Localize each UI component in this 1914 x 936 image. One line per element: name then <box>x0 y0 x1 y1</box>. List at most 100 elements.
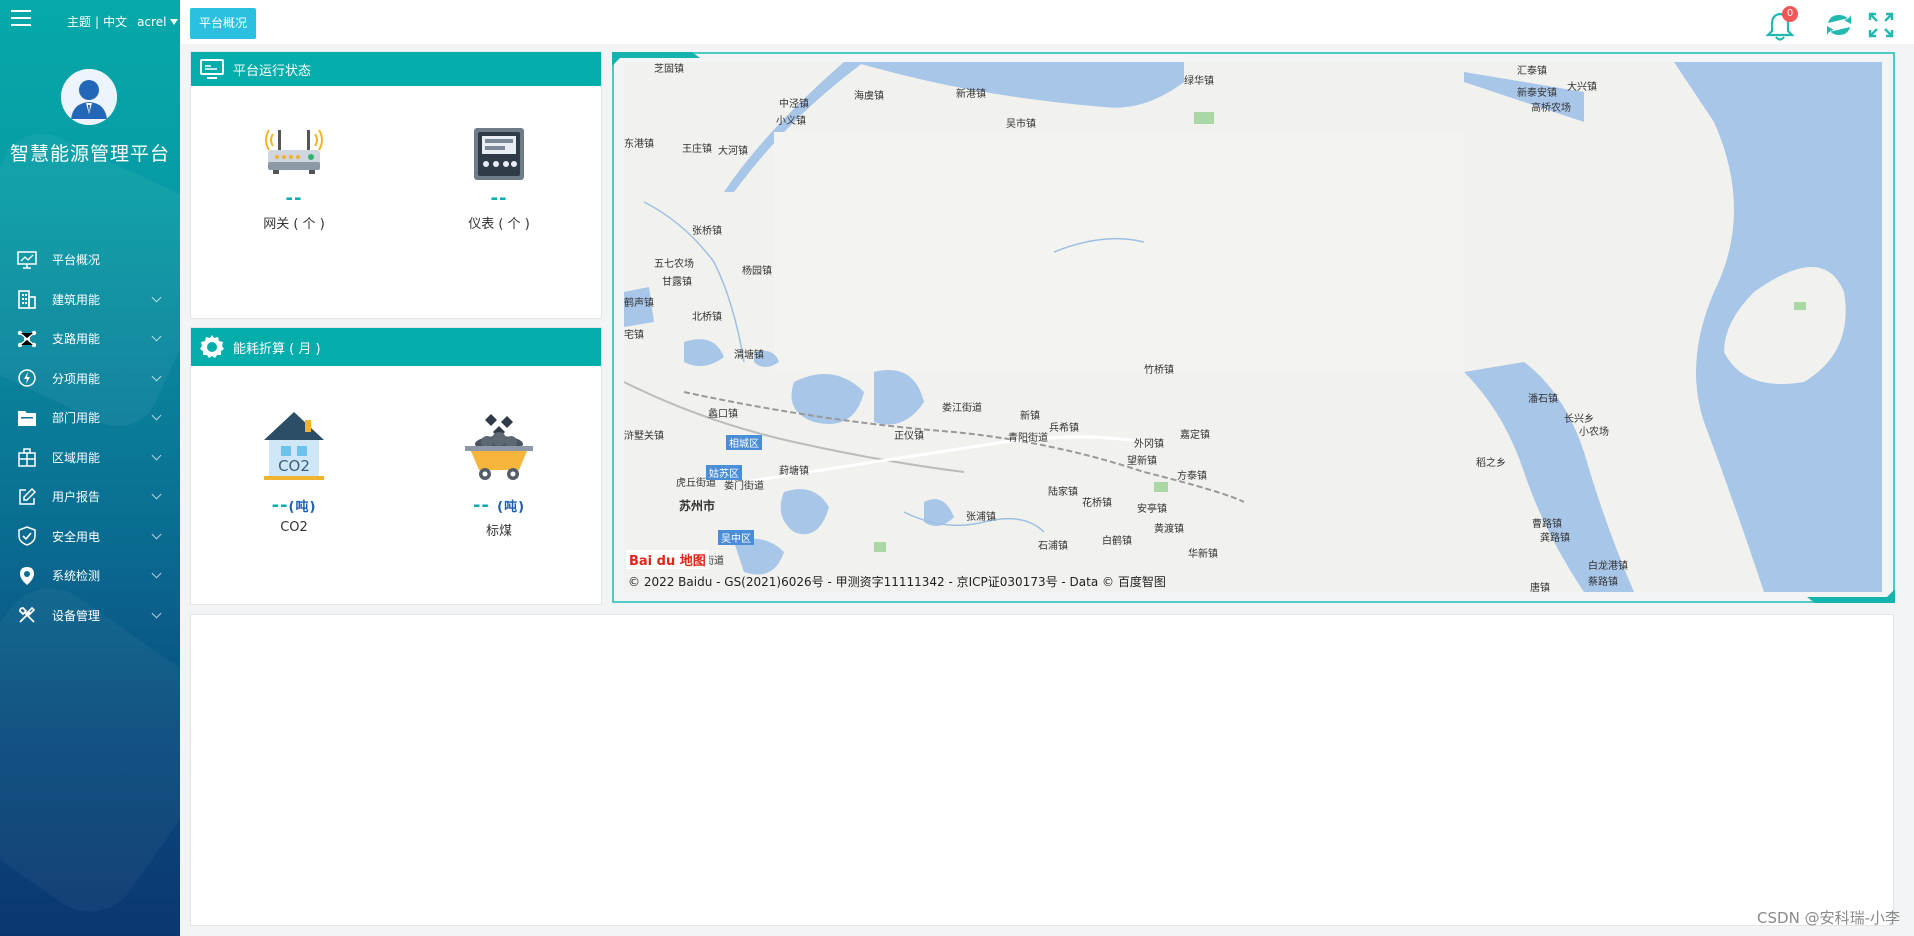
coal-label: 标煤 <box>485 524 512 539</box>
map-place-label: 曹路镇 <box>1532 519 1562 530</box>
map-place-label: 高桥农场 <box>1531 103 1571 114</box>
notification-count-badge: 0 <box>1782 6 1798 22</box>
map-place-label: 兵希镇 <box>1049 423 1079 434</box>
breadcrumb-tab-platform-overview[interactable]: 平台概况 <box>190 8 257 39</box>
map-place-label: 葑塘镇 <box>779 466 809 477</box>
platform-status-card: 平台运行状态 -- 网关 ( 个 ) -- 仪表 ( 个 ) <box>190 51 602 319</box>
sidebar-item-user-report[interactable]: 用户报告 <box>0 477 180 517</box>
map-place-label: 华新镇 <box>1188 549 1218 560</box>
map-place-label: 潘石镇 <box>1528 394 1558 405</box>
chevron-down-icon <box>151 371 162 381</box>
bottom-chart-panel <box>190 614 1894 926</box>
coal-value-row: -- (吨) <box>439 495 559 516</box>
sidebar-item-area-energy[interactable]: 区域用能 <box>0 438 180 478</box>
top-links: 主题 | 中文 acrel <box>67 13 179 30</box>
sidebar-item-branch-energy[interactable]: 支路用能 <box>0 319 180 359</box>
sidebar-item-platform-overview[interactable]: 平台概况 <box>0 240 180 280</box>
chevron-down-icon <box>151 529 162 539</box>
map-place-label: 汇泰镇 <box>1517 66 1547 77</box>
caret-down-icon[interactable] <box>170 18 179 25</box>
sidebar-item-department-energy[interactable]: 部门用能 <box>0 398 180 438</box>
chevron-down-icon <box>151 410 162 421</box>
edit-icon <box>16 486 38 508</box>
chevron-down-icon <box>151 489 162 500</box>
user-menu[interactable]: acrel <box>137 15 166 29</box>
map-place-label: 中泾镇 <box>779 99 809 110</box>
map-place-label: 浒墅关镇 <box>624 431 664 442</box>
map-district-label: 吴中区 <box>718 530 754 545</box>
app-title: 智慧能源管理平台 <box>9 143 170 165</box>
watermark: CSDN @安科瑞-小李 <box>1757 909 1900 927</box>
sidebar-item-label: 设备管理 <box>52 608 101 623</box>
map-place-label: 望新镇 <box>1127 456 1157 467</box>
map-place-label: 渭塘镇 <box>734 350 764 361</box>
map-place-label: 黄渡镇 <box>1154 524 1184 535</box>
card-title: 能耗折算 ( 月 ) <box>233 341 321 357</box>
gateway-count-value: -- <box>285 188 303 209</box>
chevron-down-icon <box>151 608 162 618</box>
meter-stat: -- 仪表 ( 个 ) <box>439 124 559 232</box>
map-place-label: 张浦镇 <box>966 512 996 523</box>
map-place-label: 蠡口镇 <box>708 409 738 420</box>
monitor-status-icon <box>199 57 225 81</box>
language-link[interactable]: 中文 <box>103 13 127 30</box>
sidebar-item-label: 建筑用能 <box>52 292 101 307</box>
map-place-label: 小农场 <box>1579 427 1609 438</box>
fullscreen-icon[interactable] <box>1868 12 1894 38</box>
sidebar-top-bar: 主题 | 中文 acrel <box>0 0 180 42</box>
meter-count-value: -- <box>490 188 508 209</box>
coal-unit: (吨) <box>497 500 526 515</box>
co2-stat: CO2 --(吨) CO2 <box>234 408 354 535</box>
sidebar-item-label: 用户报告 <box>52 490 101 505</box>
map-place-label: 陆家镇 <box>1048 487 1078 498</box>
refresh-icon[interactable] <box>1824 10 1854 40</box>
map-place-label: 稻之乡 <box>1476 458 1506 469</box>
map-place-label: 宅镇 <box>624 330 644 341</box>
map-place-label: 青阳街道 <box>1008 433 1048 444</box>
sidebar-item-device-management[interactable]: 设备管理 <box>0 596 180 636</box>
map-geography <box>624 62 1882 592</box>
map-place-label: 石浦镇 <box>1038 541 1068 552</box>
map-place-label: 大河镇 <box>718 146 748 157</box>
map-place-label: 龚路镇 <box>1540 533 1570 544</box>
chevron-down-icon <box>151 292 162 302</box>
map-place-label: 安亭镇 <box>1137 504 1167 515</box>
gateway-router-icon <box>265 129 323 174</box>
sidebar-item-label: 区域用能 <box>52 450 101 465</box>
monitor-icon <box>16 249 38 271</box>
map-place-label: 大兴镇 <box>1567 82 1597 93</box>
sidebar-item-system-detection[interactable]: 系统检测 <box>0 556 180 596</box>
map-place-label: 五七农场 <box>654 259 694 270</box>
folder-icon <box>16 407 38 429</box>
sidebar-item-electrical-safety[interactable]: 安全用电 <box>0 517 180 557</box>
sidebar-item-label: 平台概况 <box>52 253 101 268</box>
map-place-label: 鹤声镇 <box>624 298 654 309</box>
map-district-label: 姑苏区 <box>706 465 742 480</box>
theme-link[interactable]: 主题 <box>67 13 91 30</box>
map-panel: 芝固镇 中泾镇 海虞镇 新港镇 绿华镇 小义镇 吴市镇 王庄镇 大河镇 东港镇 … <box>612 52 1895 603</box>
sidebar-item-category-energy[interactable]: 分项用能 <box>0 359 180 399</box>
map-place-label: 方泰镇 <box>1177 471 1207 482</box>
lightning-icon <box>16 367 38 389</box>
card-header: 能耗折算 ( 月 ) <box>191 328 601 366</box>
baidu-map[interactable]: 芝固镇 中泾镇 海虞镇 新港镇 绿华镇 小义镇 吴市镇 王庄镇 大河镇 东港镇 … <box>624 62 1882 592</box>
shield-icon <box>16 525 38 547</box>
map-attribution: © 2022 Baidu - GS(2021)6026号 - 甲测资字11111… <box>628 575 1166 589</box>
hamburger-menu-icon[interactable] <box>11 10 31 26</box>
grid-icon <box>16 446 38 468</box>
chevron-down-icon <box>151 568 162 579</box>
sidebar-item-label: 分项用能 <box>52 371 101 386</box>
map-place-label: 外冈镇 <box>1134 439 1164 450</box>
co2-label: CO2 <box>280 520 308 535</box>
co2-unit: (吨) <box>288 500 317 515</box>
coal-cart-icon <box>465 414 533 480</box>
map-district-label: 相城区 <box>726 435 762 450</box>
gateway-count-label: 网关 ( 个 ) <box>263 217 325 232</box>
sidebar-item-building-energy[interactable]: 建筑用能 <box>0 280 180 320</box>
sidebar-item-label: 系统检测 <box>52 569 101 584</box>
map-place-label: 杨园镇 <box>742 266 772 277</box>
map-place-label: 竹桥镇 <box>1144 365 1174 376</box>
map-place-label: 小义镇 <box>776 116 806 127</box>
avatar[interactable] <box>61 69 117 125</box>
card-header: 平台运行状态 <box>191 52 601 86</box>
